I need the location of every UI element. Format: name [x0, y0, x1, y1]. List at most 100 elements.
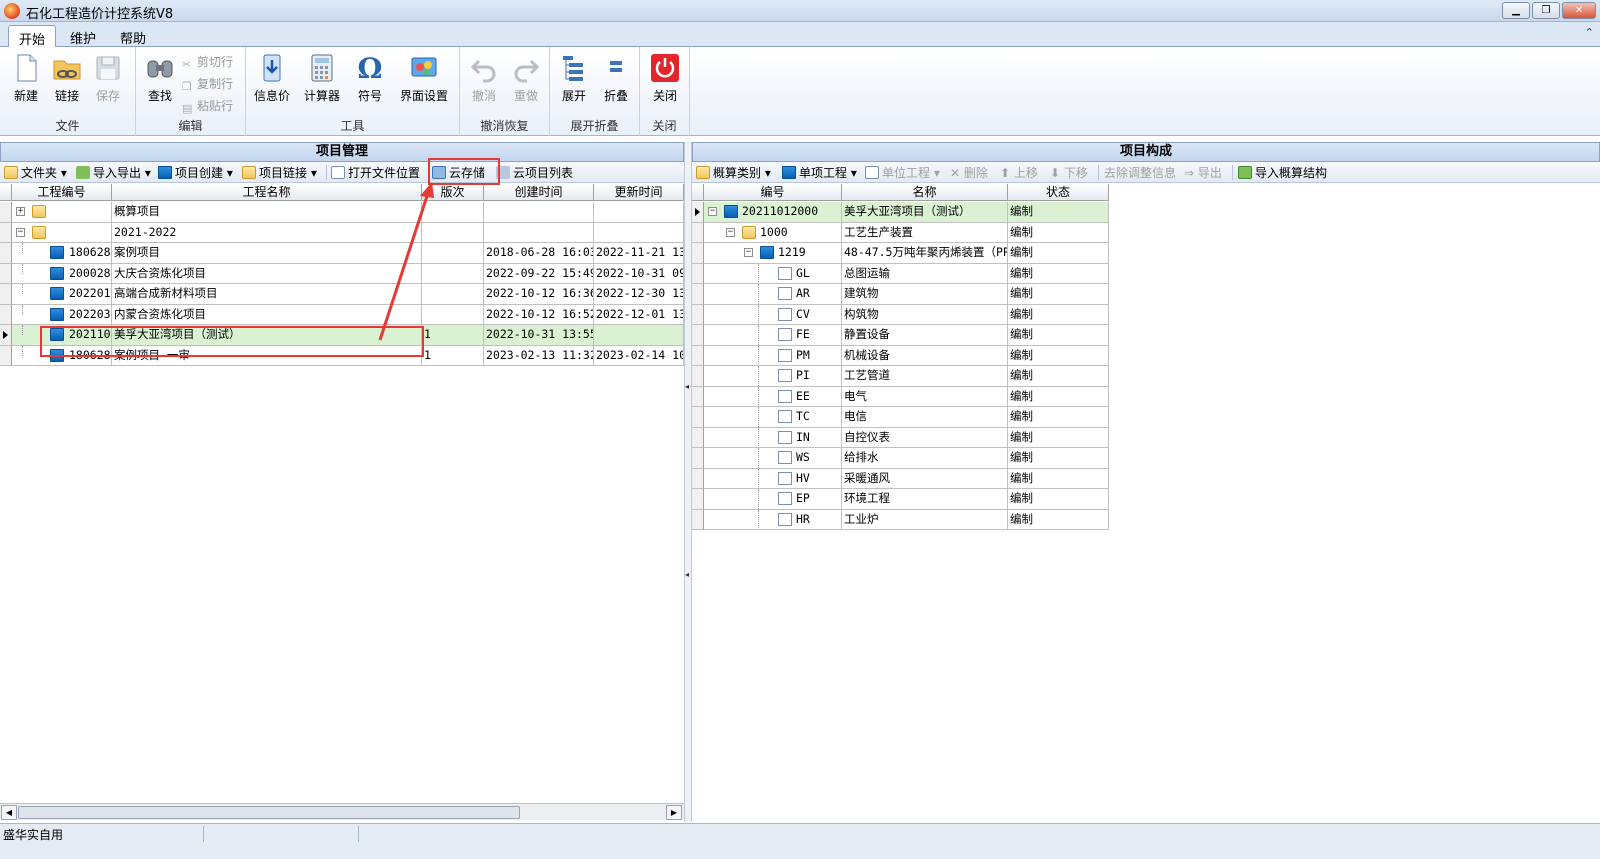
table-row[interactable]: TC 电信 编制 — [692, 407, 1109, 428]
col-header-title[interactable]: 名称 — [842, 184, 1008, 201]
splitter-left-arrow-icon-2[interactable]: ◂ — [685, 570, 689, 579]
collapse-minus-icon[interactable]: − — [726, 227, 735, 237]
symbol-button[interactable]: Ω 符号 — [350, 53, 390, 104]
group-label-file: 文件 — [55, 119, 80, 133]
cell-code: + — [12, 202, 112, 223]
cell-text-status: 编制 — [1010, 224, 1033, 239]
scroll-thumb[interactable] — [18, 806, 520, 819]
splitter-left-arrow-icon[interactable]: ◂ — [685, 382, 689, 391]
undo-label: 撤消 — [471, 89, 496, 103]
undo-button[interactable]: 撤消 — [464, 53, 504, 104]
expand-button[interactable]: 展开 — [554, 53, 594, 104]
cell-text-code: GL — [796, 265, 810, 280]
minimize-button[interactable]: ▁ — [1502, 2, 1530, 19]
table-row[interactable]: GL 总图运输 编制 — [692, 263, 1109, 284]
table-row[interactable]: 180628案例项目 2018-06-28 16:032022-11-21 13:… — [0, 243, 684, 264]
col-header-code[interactable]: 工程编号 — [12, 184, 112, 201]
col-header-updated[interactable]: 更新时间 — [594, 184, 684, 201]
collapse-minus-icon[interactable]: − — [16, 227, 25, 237]
cut-row-button[interactable]: ✂ 剪切行 — [182, 53, 233, 71]
cell-code: − 1000 — [704, 222, 842, 243]
row-indicator — [0, 263, 12, 284]
panel-splitter[interactable]: ◂ ◂ — [684, 142, 692, 822]
single-project-button[interactable]: 单项工程 ▾ — [782, 164, 857, 181]
table-row[interactable]: HV 采暖通风 编制 — [692, 468, 1109, 489]
copy-row-button[interactable]: ❐ 复制行 — [182, 75, 233, 93]
cell-text-status: 编制 — [1010, 286, 1033, 300]
unit-project-button[interactable]: 单位工程 ▾ — [865, 164, 940, 181]
table-row[interactable]: PM 机械设备 编制 — [692, 345, 1109, 366]
table-row[interactable]: 2022010高端合成新材料项目 2022-10-12 16:362022-12-… — [0, 284, 684, 305]
move-up-button[interactable]: ⬆ 上移 — [1000, 164, 1038, 181]
project-link-button[interactable]: 项目链接 ▾ — [242, 164, 317, 181]
tab-start[interactable]: 开始 — [8, 25, 57, 48]
table-row[interactable]: AR 建筑物 编制 — [692, 284, 1109, 305]
import-estimate-structure-button[interactable]: 导入概算结构 — [1238, 164, 1327, 181]
ui-settings-button[interactable]: 界面设置 — [396, 53, 452, 104]
tab-help[interactable]: 帮助 — [110, 25, 156, 47]
import-export-button[interactable]: 导入导出 ▾ — [76, 164, 151, 181]
cloud-project-list-button[interactable]: 云项目列表 — [496, 164, 573, 181]
table-row[interactable]: IN 自控仪表 编制 — [692, 427, 1109, 448]
delete-button[interactable]: ✕ 删除 — [950, 164, 988, 181]
table-row[interactable]: − 1219 48-47.5万吨年聚丙烯装置（PP） 编制 — [692, 243, 1109, 264]
table-row[interactable]: 2022030内蒙合资炼化项目 2022-10-12 16:522022-12-0… — [0, 304, 684, 325]
save-button[interactable]: 保存 — [88, 53, 128, 104]
scroll-left-icon[interactable]: ◀ — [1, 805, 17, 820]
project-create-button[interactable]: 项目创建 ▾ — [158, 164, 233, 181]
expand-plus-icon[interactable]: + — [16, 207, 25, 216]
move-down-button[interactable]: ⬇ 下移 — [1050, 164, 1088, 181]
restore-button[interactable]: ❐ — [1532, 2, 1560, 19]
collapse-minus-icon[interactable]: − — [744, 248, 753, 257]
table-row[interactable]: EP 环境工程 编制 — [692, 489, 1109, 510]
cell-name: 概算项目 — [112, 202, 422, 223]
info-price-button[interactable]: 信息价 — [252, 53, 292, 104]
table-row[interactable]: − 20211012000 美孚大亚湾项目（测试） 编制 — [692, 202, 1109, 223]
collapse-button[interactable]: 折叠 — [596, 53, 636, 104]
table-row[interactable]: − 2021-2022 — [0, 222, 684, 243]
table-row[interactable]: − 1000 工艺生产装置 编制 — [692, 222, 1109, 243]
open-location-icon — [331, 166, 345, 179]
table-row[interactable]: CV 构筑物 编制 — [692, 304, 1109, 325]
project-management-header: 项目管理 — [0, 142, 684, 162]
open-file-location-button[interactable]: 打开文件位置 — [331, 164, 420, 181]
table-row[interactable]: HR 工业炉 编制 — [692, 509, 1109, 530]
tab-maintain[interactable]: 维护 — [60, 25, 106, 47]
project-create-label: 项目创建 — [175, 166, 224, 180]
estimate-category-button[interactable]: 概算类别 ▾ — [696, 164, 771, 181]
collapse-minus-icon[interactable]: − — [708, 207, 717, 216]
link-button[interactable]: 链接 — [47, 53, 87, 104]
scroll-right-icon[interactable]: ▶ — [666, 805, 682, 820]
ribbon-collapse-icon[interactable]: ⌃ — [1585, 26, 1594, 39]
tree-line — [758, 407, 759, 427]
close-button[interactable]: 关闭 — [645, 53, 685, 104]
close-window-button[interactable]: ✕ — [1562, 2, 1596, 19]
horizontal-scrollbar[interactable]: ◀ ▶ — [0, 803, 684, 820]
symbol-label: 符号 — [357, 89, 382, 103]
col-header-name[interactable]: 工程名称 — [112, 184, 422, 201]
table-row[interactable]: FE 静置设备 编制 — [692, 325, 1109, 346]
find-button[interactable]: 查找 — [140, 53, 180, 104]
folder-menu-button[interactable]: 文件夹 ▾ — [4, 164, 67, 181]
redo-button[interactable]: 重做 — [506, 53, 546, 104]
paste-row-button[interactable]: ▤ 粘贴行 — [182, 97, 233, 115]
table-row[interactable]: + 概算项目 — [0, 202, 684, 223]
row-indicator — [692, 448, 704, 469]
remove-adjust-info-button[interactable]: 去除调整信息 — [1104, 164, 1176, 181]
export-button[interactable]: ⇒ 导出 — [1184, 164, 1222, 181]
table-row[interactable]: EE 电气 编制 — [692, 386, 1109, 407]
table-row[interactable]: WS 给排水 编制 — [692, 448, 1109, 469]
table-row[interactable]: 2000280大庆合资炼化项目 2022-09-22 15:492022-10-3… — [0, 263, 684, 284]
new-button[interactable]: 新建 — [6, 53, 46, 104]
copy-row-label: 复制行 — [197, 77, 234, 91]
col-header-number[interactable]: 编号 — [704, 184, 842, 201]
cell-name: 总图运输 — [842, 263, 1008, 284]
calculator-button[interactable]: 计算器 — [302, 53, 342, 104]
redo-label: 重做 — [513, 89, 538, 103]
col-header-status[interactable]: 状态 — [1008, 184, 1109, 201]
cell-code: 2022030 — [12, 304, 112, 325]
expand-label: 展开 — [561, 89, 586, 103]
col-header-created[interactable]: 创建时间 — [484, 184, 594, 201]
table-row[interactable]: PI 工艺管道 编制 — [692, 366, 1109, 387]
col-header-version[interactable]: 版次 — [422, 184, 484, 201]
